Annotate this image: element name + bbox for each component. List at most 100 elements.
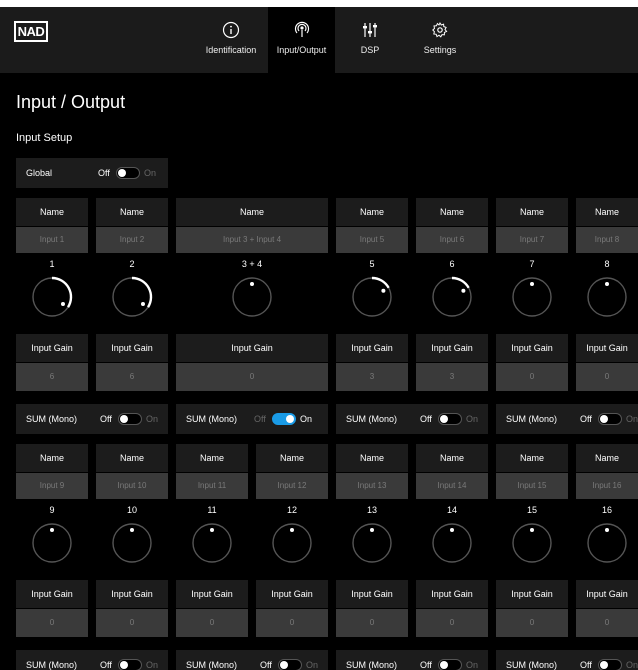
knob-indicator — [530, 528, 534, 532]
tab-dsp[interactable]: DSP — [340, 7, 400, 73]
channel-number: 15 — [526, 505, 537, 515]
input-gain-value[interactable]: 3 — [416, 363, 488, 391]
input-gain-label: Input Gain — [16, 580, 88, 608]
sum-toggle[interactable]: Off On — [100, 657, 158, 670]
tab-settings[interactable]: Settings — [410, 7, 470, 73]
toggle-thumb — [286, 415, 294, 423]
name-input[interactable]: Input 5 — [336, 227, 408, 253]
name-input[interactable]: Input 1 — [16, 227, 88, 253]
gain-knob[interactable] — [511, 522, 553, 564]
knob-indicator — [140, 301, 145, 306]
tab-identification[interactable]: Identification — [196, 7, 266, 73]
input-gain-label: Input Gain — [336, 334, 408, 362]
toggle-off-label: Off — [420, 660, 432, 670]
gain-knob[interactable] — [271, 522, 313, 564]
channel-number: 10 — [126, 505, 137, 515]
name-label: Name — [176, 444, 248, 472]
knob-indicator — [50, 528, 54, 532]
input-gain-value[interactable]: 0 — [176, 609, 248, 637]
name-label: Name — [416, 444, 488, 472]
name-input[interactable]: Input 14 — [416, 473, 488, 499]
gain-knob[interactable] — [511, 276, 553, 318]
channel-number: 2 — [129, 259, 135, 269]
gain-knob[interactable] — [31, 276, 73, 318]
sum-toggle[interactable]: Off On — [420, 657, 478, 670]
sum-toggle[interactable]: Off On — [260, 657, 318, 670]
gain-knob[interactable] — [31, 522, 73, 564]
knob-indicator — [210, 528, 214, 532]
input-gain-value[interactable]: 0 — [416, 609, 488, 637]
input-gain-value[interactable]: 0 — [176, 363, 328, 391]
gain-knob[interactable] — [111, 522, 153, 564]
knob-level-arc — [451, 276, 470, 289]
gain-knob[interactable] — [431, 522, 473, 564]
input-gain-label: Input Gain — [96, 334, 168, 362]
toggle-thumb — [120, 661, 128, 669]
channel-number: 7 — [529, 259, 535, 269]
sum-toggle[interactable]: Off On — [420, 411, 478, 427]
input-gain-value[interactable]: 0 — [496, 363, 568, 391]
name-label: Name — [176, 198, 328, 226]
info-icon — [222, 21, 240, 39]
input-gain-value[interactable]: 6 — [96, 363, 168, 391]
name-input[interactable]: Input 13 — [336, 473, 408, 499]
gain-knob[interactable] — [586, 276, 628, 318]
gain-knob[interactable] — [431, 276, 473, 318]
name-input[interactable]: Input 12 — [256, 473, 328, 499]
input-gain-value[interactable]: 3 — [336, 363, 408, 391]
gain-knob[interactable] — [231, 276, 273, 318]
channel-number: 8 — [604, 259, 610, 269]
input-gain-label: Input Gain — [416, 334, 488, 362]
toggle-on-label: On — [300, 414, 313, 424]
input-gain-value[interactable]: 0 — [496, 609, 568, 637]
input-gain-value[interactable]: 6 — [16, 363, 88, 391]
input-gain-value[interactable]: 0 — [576, 609, 638, 637]
name-input[interactable]: Input 8 — [576, 227, 638, 253]
name-label: Name — [416, 198, 488, 226]
name-input[interactable]: Input 6 — [416, 227, 488, 253]
gain-knob[interactable] — [351, 522, 393, 564]
knob-indicator — [605, 528, 609, 532]
global-toggle[interactable]: Off On — [98, 165, 156, 181]
name-input[interactable]: Input 7 — [496, 227, 568, 253]
name-input[interactable]: Input 15 — [496, 473, 568, 499]
gain-knob[interactable] — [191, 522, 233, 564]
gain-knob[interactable] — [351, 276, 393, 318]
name-input[interactable]: Input 16 — [576, 473, 638, 499]
gear-icon — [432, 21, 448, 38]
knob-indicator — [370, 528, 374, 532]
input-gain-value[interactable]: 0 — [256, 609, 328, 637]
sum-toggle[interactable]: Off On — [580, 411, 638, 427]
sum-toggle[interactable]: Off On — [100, 411, 158, 427]
sum-toggle[interactable]: Off On — [254, 411, 312, 427]
input-gain-value[interactable]: 0 — [96, 609, 168, 637]
input-gain-value[interactable]: 0 — [16, 609, 88, 637]
input-gain-value[interactable]: 0 — [336, 609, 408, 637]
knob-indicator — [250, 282, 254, 286]
name-input[interactable]: Input 11 — [176, 473, 248, 499]
tab-label: Settings — [423, 45, 457, 55]
name-input[interactable]: Input 3 + Input 4 — [176, 227, 328, 253]
sum-toggle[interactable]: Off On — [580, 657, 638, 670]
input-gain-label: Input Gain — [416, 580, 488, 608]
toggle-on-label: On — [626, 414, 638, 424]
toggle-thumb — [440, 661, 448, 669]
toggle-on-label: On — [146, 414, 159, 424]
sum-mono-label: SUM (Mono) — [506, 660, 558, 670]
input-gain-value[interactable]: 0 — [576, 363, 638, 391]
gain-knob[interactable] — [586, 522, 628, 564]
channel-number: 14 — [446, 505, 457, 515]
gain-knob[interactable] — [111, 276, 153, 318]
page-title: Input / Output — [16, 92, 126, 112]
toggle-track — [118, 659, 142, 670]
input-gain-label: Input Gain — [176, 580, 248, 608]
tab-input-output[interactable]: Input/Output — [268, 7, 335, 73]
name-input[interactable]: Input 10 — [96, 473, 168, 499]
knob-indicator — [290, 528, 294, 532]
tab-label: Input/Output — [276, 45, 327, 55]
channel-number: 13 — [366, 505, 377, 515]
antenna-icon — [294, 21, 309, 37]
toggle-track — [598, 659, 622, 670]
name-input[interactable]: Input 2 — [96, 227, 168, 253]
name-input[interactable]: Input 9 — [16, 473, 88, 499]
